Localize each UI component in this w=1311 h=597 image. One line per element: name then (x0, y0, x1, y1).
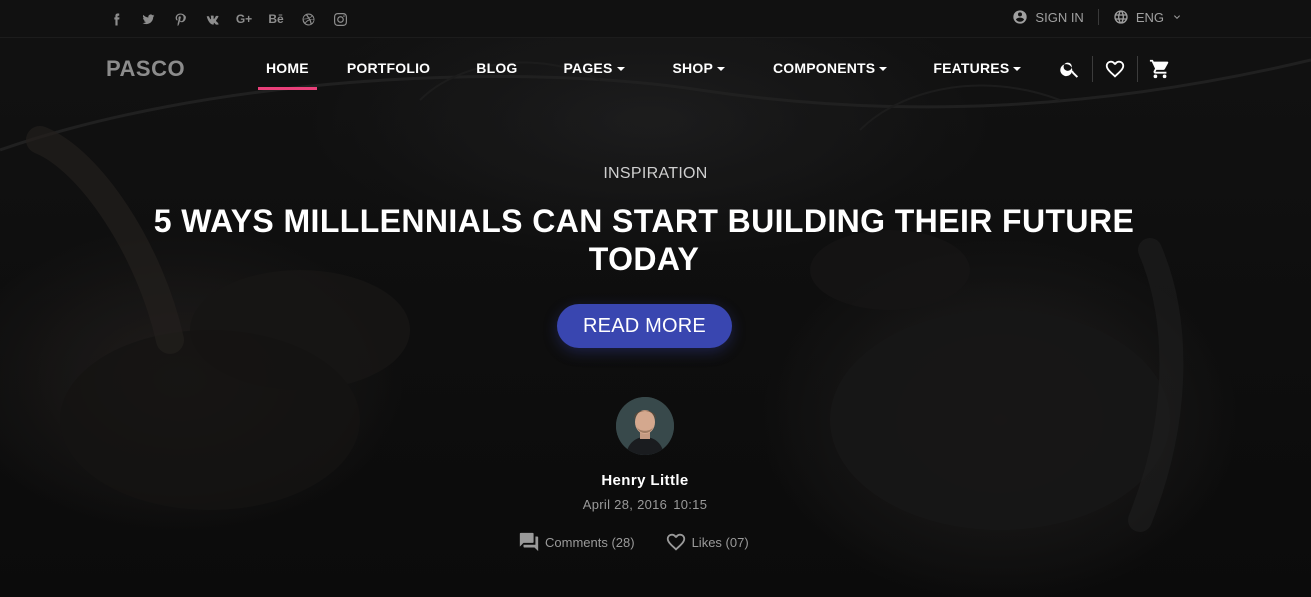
comments-icon (519, 532, 539, 552)
user-icon (1013, 10, 1028, 24)
heart-icon[interactable] (1103, 57, 1127, 81)
likes-link[interactable]: Likes (07) (665, 531, 749, 553)
comments-link[interactable]: Comments (28) (518, 531, 635, 553)
read-more-button[interactable]: READ MORE (557, 304, 732, 348)
pinterest-icon[interactable] (164, 10, 196, 28)
vk-icon[interactable] (196, 10, 228, 28)
post-category[interactable]: INSPIRATION (0, 165, 1311, 183)
behance-icon[interactable]: Bē (260, 10, 292, 28)
nav-item-pages[interactable]: PAGES (564, 38, 625, 98)
cart-icon[interactable] (1148, 57, 1172, 81)
language-label: ENG (1135, 9, 1164, 25)
chevron-down-icon (1174, 15, 1180, 19)
nav-item-portfolio[interactable]: PORTFOLIO (347, 38, 430, 98)
divider (1092, 56, 1093, 82)
nav-item-home[interactable]: HOME (258, 38, 317, 98)
nav-item-components[interactable]: COMPONENTS (773, 38, 888, 98)
nav-actions (1058, 56, 1172, 82)
instagram-icon[interactable] (324, 10, 356, 28)
author-name[interactable]: Henry Little (0, 472, 1290, 489)
account-controls: SIGN IN ENG (1012, 9, 1183, 25)
sign-in-label: SIGN IN (1035, 9, 1084, 25)
divider (1137, 56, 1138, 82)
nav-item-features[interactable]: FEATURES (933, 38, 1022, 98)
nav-item-blog[interactable]: BLOG (476, 38, 517, 98)
globe-icon (1114, 10, 1128, 24)
author-avatar[interactable] (616, 397, 674, 455)
search-icon[interactable] (1058, 57, 1082, 81)
post-headline[interactable]: 5 WAYS MILLLENNIALS CAN START BUILDING T… (115, 202, 1173, 278)
caret-down-icon (1013, 66, 1022, 71)
nav-menu: HOME PORTFOLIO BLOG PAGES SHOP COMPONENT… (258, 38, 1022, 98)
twitter-icon[interactable] (132, 10, 164, 28)
post-date: April 28, 2016 10:15 (582, 497, 708, 512)
dribbble-icon[interactable] (292, 10, 324, 28)
caret-down-icon (879, 66, 888, 71)
google-plus-icon[interactable]: G+ (228, 10, 260, 28)
avatar-portrait (616, 397, 674, 455)
language-selector[interactable]: ENG (1113, 9, 1183, 25)
caret-down-icon (616, 66, 625, 71)
main-navigation: PASCO HOME PORTFOLIO BLOG PAGES SHOP COM… (0, 38, 1311, 98)
post-meta: Comments (28) Likes (07) (518, 531, 749, 553)
nav-item-shop[interactable]: SHOP (673, 38, 725, 98)
caret-down-icon (717, 66, 725, 71)
site-logo[interactable]: PASCO (106, 56, 185, 82)
sign-in-link[interactable]: SIGN IN (1012, 9, 1084, 25)
divider (1097, 9, 1099, 25)
heart-icon (666, 533, 685, 551)
facebook-icon[interactable] (100, 10, 132, 28)
social-links: G+ Bē (100, 10, 356, 28)
top-bar: G+ Bē SIGN IN ENG (0, 0, 1311, 38)
